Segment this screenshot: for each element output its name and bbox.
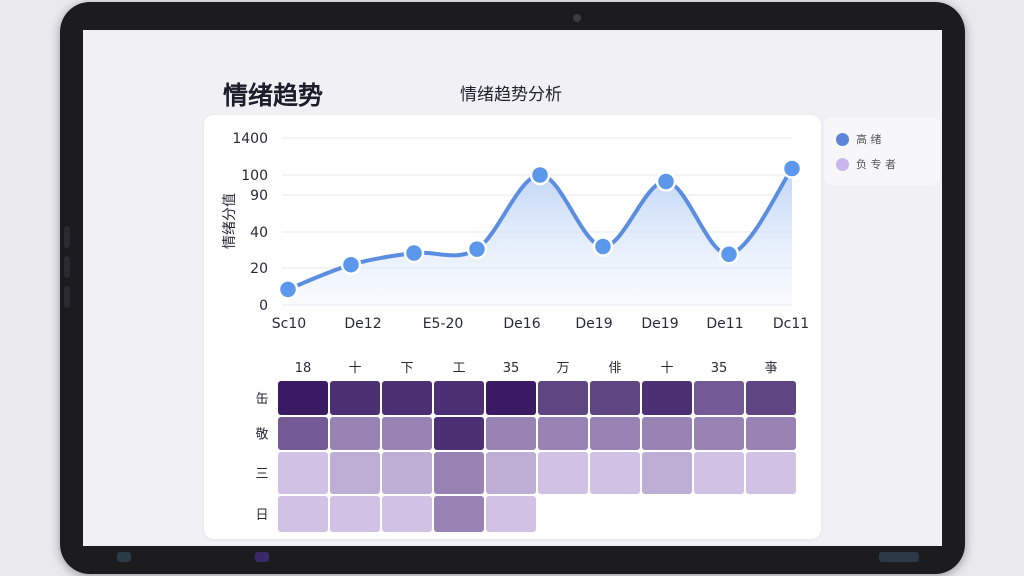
legend: 高 绪 负 专 者	[824, 117, 940, 185]
data-point[interactable]	[781, 158, 803, 179]
heatmap-row-label: 三	[255, 467, 268, 482]
heatmap-cell[interactable]	[538, 452, 588, 494]
heatmap-cell[interactable]	[382, 452, 432, 494]
heatmap-col-label: 亊	[764, 361, 777, 376]
heatmap-cell[interactable]	[434, 496, 484, 532]
chart-title: 情绪趋势分析	[460, 85, 562, 105]
data-point[interactable]	[340, 254, 362, 275]
heatmap-cell[interactable]	[642, 381, 692, 415]
heatmap-cell[interactable]	[278, 417, 328, 450]
heatmap-col-label: 十	[348, 361, 361, 376]
nav-icon[interactable]	[255, 552, 269, 562]
data-point[interactable]	[403, 242, 425, 264]
legend-swatch	[836, 132, 849, 146]
heatmap-col-label: 35	[711, 361, 728, 376]
bottom-bar	[83, 546, 942, 572]
y-tick-label: 90	[250, 188, 268, 204]
legend-label: 高 绪	[856, 133, 882, 146]
area-fill	[288, 168, 792, 305]
data-point[interactable]	[529, 164, 551, 186]
heatmap-cell[interactable]	[434, 381, 484, 415]
heatmap-cell[interactable]	[538, 381, 588, 415]
y-tick-label: 40	[250, 225, 268, 241]
x-tick-label: Dc11	[773, 316, 809, 332]
y-tick-label: 0	[259, 298, 268, 314]
heatmap-cell[interactable]	[642, 452, 692, 494]
heatmap-col-label: 十	[660, 361, 673, 376]
heatmap-cell[interactable]	[590, 452, 640, 494]
heatmap-col-label: 35	[503, 361, 520, 376]
heatmap-cell[interactable]	[278, 452, 328, 494]
heatmap-cell[interactable]	[434, 452, 484, 494]
heatmap-cell[interactable]	[330, 417, 380, 450]
heatmap-cell[interactable]	[382, 496, 432, 532]
heatmap-cell[interactable]	[330, 496, 380, 532]
data-point[interactable]	[592, 236, 614, 257]
status-icon	[879, 552, 919, 562]
side-button	[64, 286, 70, 308]
camera-dot	[573, 14, 581, 22]
legend-label: 负 专 者	[856, 158, 896, 171]
heatmap-cell[interactable]	[590, 417, 640, 450]
heatmap-cell[interactable]	[486, 381, 536, 415]
heatmap-row-label: 敬	[255, 427, 268, 443]
side-button	[64, 226, 70, 248]
x-tick-label: Sc10	[272, 316, 306, 332]
x-tick-label: De19	[641, 316, 678, 332]
heatmap-cell[interactable]	[694, 417, 744, 450]
data-point[interactable]	[655, 171, 677, 192]
heatmap-col-label: 俳	[608, 361, 621, 376]
legend-item[interactable]: 负 专 者	[836, 156, 896, 172]
legend-swatch	[836, 157, 849, 171]
x-tick-label: De19	[575, 316, 612, 332]
heatmap-row-label: 缶	[255, 392, 268, 407]
x-tick-label: De16	[503, 316, 540, 332]
heatmap-cell[interactable]	[746, 452, 796, 494]
heatmap-cell[interactable]	[330, 381, 380, 415]
heatmap-cell[interactable]	[486, 452, 536, 494]
heatmap-cell[interactable]	[538, 417, 588, 450]
heatmap-cell[interactable]	[278, 381, 328, 415]
heatmap-cell[interactable]	[590, 381, 640, 415]
heatmap-col-label: 下	[400, 361, 413, 376]
chart-card: 情绪分值 1400 100 90 40 20 0 Sc10 De12 E5-20 De16 De1…	[204, 115, 821, 539]
heatmap-cell[interactable]	[486, 496, 536, 532]
heatmap-cell[interactable]	[330, 452, 380, 494]
y-axis-label: 情绪分值	[222, 193, 238, 249]
x-tick-label: De11	[706, 316, 743, 332]
heatmap-cell[interactable]	[382, 417, 432, 450]
screen: 情绪趋势 情绪趋势分析 情绪分值 1400 100 90 40 20 0 Sc10 De12…	[83, 30, 942, 546]
data-point[interactable]	[466, 238, 488, 260]
heatmap-cell[interactable]	[486, 417, 536, 450]
page-title: 情绪趋势	[223, 81, 324, 110]
x-tick-label: De12	[344, 316, 381, 332]
heatmap-col-label: 工	[452, 361, 465, 376]
y-tick-label: 20	[250, 261, 268, 277]
heatmap-cell[interactable]	[382, 381, 432, 415]
heatmap-cell[interactable]	[278, 496, 328, 532]
heatmap-cell[interactable]	[694, 452, 744, 494]
legend-item[interactable]: 高 绪	[836, 131, 882, 147]
heatmap-col-label: 万	[556, 361, 569, 376]
data-point[interactable]	[718, 244, 740, 265]
heatmap-cell[interactable]	[434, 417, 484, 450]
chart-svg: 情绪分值 1400 100 90 40 20 0 Sc10 De12 E5-20 De16 De1…	[222, 131, 809, 532]
heatmap-row-label: 日	[255, 508, 268, 523]
heatmap-cell[interactable]	[694, 381, 744, 415]
heatmap-cell[interactable]	[746, 417, 796, 450]
heatmap-col-label: 18	[295, 361, 312, 376]
heatmap-cell[interactable]	[642, 417, 692, 450]
home-icon[interactable]	[117, 552, 131, 562]
heatmap-cell[interactable]	[746, 381, 796, 415]
y-tick-label: 1400	[232, 131, 268, 147]
data-point[interactable]	[277, 279, 299, 300]
x-tick-label: E5-20	[423, 316, 464, 332]
side-button	[64, 256, 70, 278]
y-tick-label: 100	[241, 168, 268, 184]
